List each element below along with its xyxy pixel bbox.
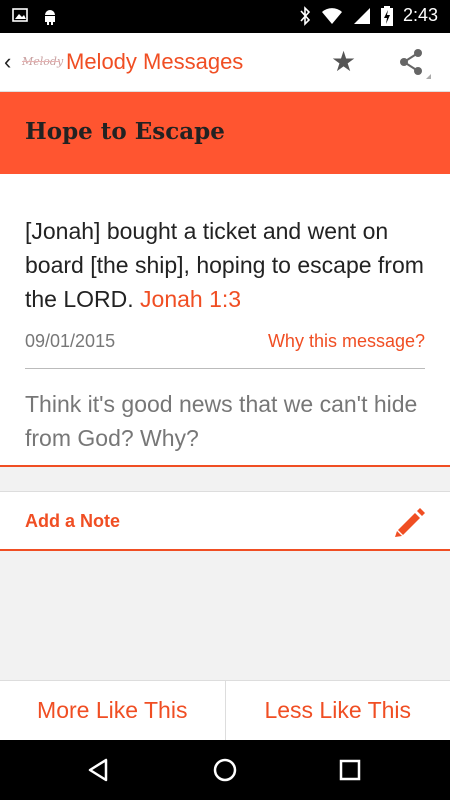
verse-reference-link[interactable]: Jonah 1:3: [140, 286, 241, 312]
android-icon: [45, 10, 55, 25]
divider: [25, 368, 425, 369]
nav-back-icon[interactable]: [86, 757, 112, 783]
back-icon[interactable]: ‹: [4, 49, 11, 75]
nav-recents-icon[interactable]: [339, 759, 361, 781]
wifi-icon: [321, 7, 342, 24]
message-header: Hope to Escape: [0, 92, 450, 174]
message-date: 09/01/2015: [25, 331, 116, 351]
logo-flourish: [22, 61, 60, 62]
status-bar: 2:43: [0, 0, 450, 33]
add-note-row[interactable]: Add a Note: [0, 491, 450, 551]
status-time: 2:43: [402, 5, 438, 25]
why-this-message-link[interactable]: Why this message?: [268, 331, 425, 352]
nav-home-icon[interactable]: [212, 757, 238, 783]
message-title: Hope to Escape: [25, 118, 225, 145]
add-note-label[interactable]: Add a Note: [25, 511, 120, 532]
system-nav-bar: [0, 740, 450, 800]
verse-text: [Jonah] bought a ticket and went on boar…: [25, 214, 430, 316]
share-icon[interactable]: [396, 47, 432, 81]
pencil-icon[interactable]: [392, 504, 426, 538]
less-like-this-button[interactable]: Less Like This: [226, 681, 450, 740]
message-card: [Jonah] bought a ticket and went on boar…: [0, 174, 450, 467]
more-like-this-button[interactable]: More Like This: [0, 681, 226, 740]
star-icon[interactable]: ★: [331, 45, 356, 78]
feedback-buttons: More Like This Less Like This: [0, 680, 450, 740]
battery-charging-icon: [380, 5, 393, 26]
signal-icon: [353, 7, 370, 24]
app-bar: ‹ Melody Melody Messages ★: [0, 33, 450, 92]
reflection-question: Think it's good news that we can't hide …: [25, 391, 418, 451]
image-icon: [12, 8, 28, 22]
app-title[interactable]: Melody Messages: [66, 49, 243, 75]
bluetooth-icon: [300, 5, 311, 26]
